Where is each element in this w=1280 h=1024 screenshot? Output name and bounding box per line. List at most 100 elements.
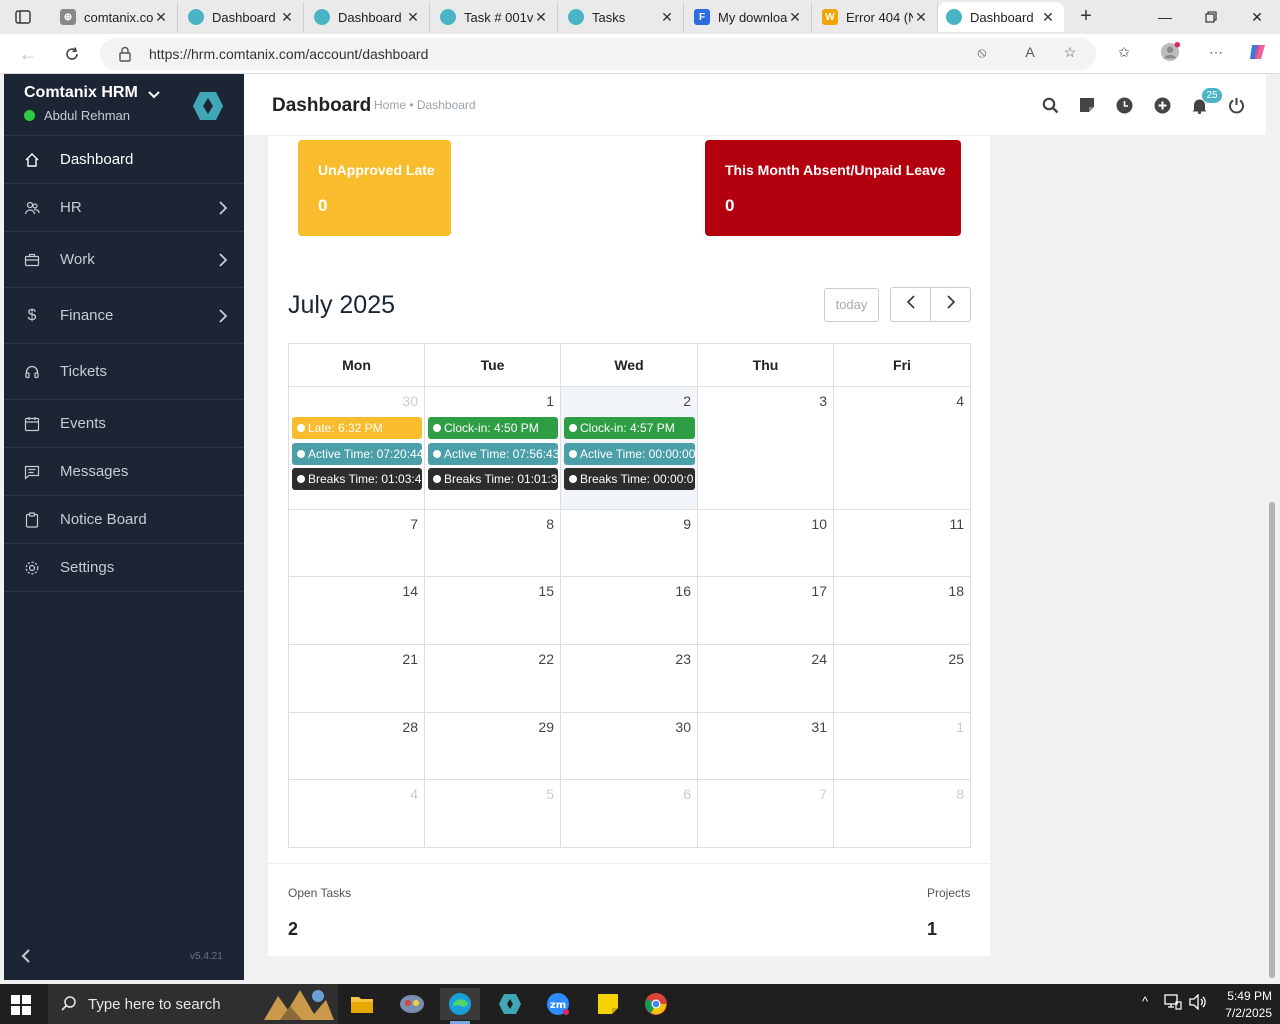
calendar-day-cell[interactable]: 4 [289, 780, 425, 847]
calendar-day-cell[interactable]: 29 [425, 713, 561, 780]
page-scrollbar[interactable] [1266, 74, 1280, 980]
system-clock[interactable]: 5:49 PM 7/2/2025 [1200, 988, 1272, 1022]
close-tab-icon[interactable]: ✕ [533, 9, 549, 26]
close-tab-icon[interactable]: ✕ [787, 9, 803, 26]
calendar-day-cell[interactable]: 5 [425, 780, 561, 847]
close-tab-icon[interactable]: ✕ [659, 9, 675, 26]
breadcrumb[interactable]: Home • Dashboard [374, 98, 476, 112]
brand-header[interactable]: Comtanix HRM Abdul Rehman [4, 74, 244, 136]
calendar-day-cell[interactable]: 10 [698, 510, 834, 577]
prev-month-button[interactable] [890, 287, 931, 322]
next-month-button[interactable] [930, 287, 971, 322]
minimize-icon[interactable]: — [1142, 0, 1188, 34]
tracking-prevention-icon[interactable]: ⦸ [972, 42, 992, 62]
read-aloud-icon[interactable]: A [1020, 42, 1040, 62]
browser-tab[interactable]: Tasks ✕ [560, 2, 684, 32]
calendar-day-cell[interactable]: 17 [698, 577, 834, 645]
refresh-icon[interactable] [58, 42, 86, 66]
active-time-event[interactable]: Active Time: 00:00:00 [564, 443, 695, 465]
favorites-icon[interactable]: ✩ [1114, 42, 1134, 62]
chrome-icon[interactable] [636, 988, 676, 1020]
lock-icon[interactable] [118, 46, 132, 62]
zoom-icon[interactable]: zm [538, 988, 578, 1020]
search-icon[interactable] [1040, 95, 1060, 115]
copilot-icon[interactable] [1248, 42, 1268, 62]
sticky-note-icon[interactable] [1077, 95, 1097, 115]
calendar-day-cell[interactable]: 23 [561, 645, 698, 713]
close-tab-icon[interactable]: ✕ [153, 9, 169, 26]
back-icon[interactable]: ← [14, 42, 42, 66]
close-window-icon[interactable]: ✕ [1234, 0, 1280, 34]
today-button[interactable]: today [824, 288, 879, 322]
close-tab-icon[interactable]: ✕ [405, 9, 421, 26]
calendar-day-cell[interactable]: 1 [834, 713, 970, 780]
windows-start-icon[interactable] [10, 994, 32, 1016]
browser-tab[interactable]: W Error 404 (N ✕ [814, 2, 938, 32]
browser-tab[interactable]: ⊕ comtanix.co ✕ [52, 2, 178, 32]
network-icon[interactable] [1164, 994, 1182, 1013]
browser-tab[interactable]: Task # 001v ✕ [432, 2, 558, 32]
hrm-app-icon[interactable] [490, 988, 530, 1020]
absent-leave-card[interactable]: This Month Absent/Unpaid Leave 0 [705, 140, 961, 236]
late-event[interactable]: Late: 6:32 PM [292, 417, 422, 439]
calendar-day-cell[interactable]: 31 [698, 713, 834, 780]
close-tab-icon[interactable]: ✕ [279, 9, 295, 26]
calendar-day-cell[interactable]: 9 [561, 510, 698, 577]
file-explorer-icon[interactable] [342, 988, 382, 1020]
calendar-day-cell[interactable]: 21 [289, 645, 425, 713]
calendar-day-cell[interactable]: 30 [561, 713, 698, 780]
calendar-day-cell[interactable]: 11 [834, 510, 970, 577]
calendar-day-cell[interactable]: 30 Late: 6:32 PM Active Time: 07:20:44 B… [289, 387, 425, 510]
calendar-day-cell[interactable]: 8 [425, 510, 561, 577]
close-tab-icon[interactable]: ✕ [1040, 9, 1056, 26]
sidebar-item-dashboard[interactable]: Dashboard [4, 136, 244, 184]
calendar-day-cell[interactable]: 24 [698, 645, 834, 713]
sidebar-item-settings[interactable]: Settings [4, 544, 244, 592]
tab-actions-icon[interactable] [10, 6, 36, 28]
sidebar-item-hr[interactable]: HR [4, 184, 244, 232]
calendar-day-cell[interactable]: 14 [289, 577, 425, 645]
active-time-event[interactable]: Active Time: 07:56:43 [428, 443, 558, 465]
calendar-day-cell[interactable]: 7 [289, 510, 425, 577]
edge-browser-icon[interactable] [440, 988, 480, 1024]
calendar-day-cell[interactable]: 15 [425, 577, 561, 645]
clock-icon[interactable] [1114, 95, 1134, 115]
calendar-day-cell[interactable]: 28 [289, 713, 425, 780]
calendar-day-cell[interactable]: 16 [561, 577, 698, 645]
favorite-star-icon[interactable]: ☆ [1060, 42, 1080, 62]
calendar-day-cell[interactable]: 22 [425, 645, 561, 713]
new-tab-icon[interactable]: + [1074, 6, 1098, 28]
browser-tab-active[interactable]: Dashboard ✕ [938, 2, 1064, 32]
chevron-down-icon[interactable] [148, 86, 160, 104]
sidebar-item-tickets[interactable]: Tickets [4, 344, 244, 400]
breaks-time-event[interactable]: Breaks Time: 01:03:4 [292, 468, 422, 490]
breaks-time-event[interactable]: Breaks Time: 01:01:3 [428, 468, 558, 490]
calendar-day-cell-today[interactable]: 2 Clock-in: 4:57 PM Active Time: 00:00:0… [561, 387, 698, 510]
calendar-day-cell[interactable]: 3 [698, 387, 834, 510]
sticky-notes-icon[interactable] [588, 988, 628, 1020]
company-name[interactable]: Comtanix HRM [24, 84, 138, 102]
calendar-day-cell[interactable]: 1 Clock-in: 4:50 PM Active Time: 07:56:4… [425, 387, 561, 510]
clock-in-event[interactable]: Clock-in: 4:57 PM [564, 417, 695, 439]
more-options-icon[interactable]: ⋯ [1206, 42, 1226, 62]
scrollbar-thumb[interactable] [1269, 502, 1275, 978]
clock-in-event[interactable]: Clock-in: 4:50 PM [428, 417, 558, 439]
calendar-day-cell[interactable]: 8 [834, 780, 970, 847]
projects-count[interactable]: 1 [927, 919, 937, 940]
calendar-day-cell[interactable]: 18 [834, 577, 970, 645]
sidebar-item-notice-board[interactable]: Notice Board [4, 496, 244, 544]
unapproved-late-card[interactable]: UnApproved Late 0 [298, 140, 451, 236]
profile-avatar-icon[interactable] [1160, 42, 1180, 62]
add-circle-icon[interactable] [1152, 95, 1172, 115]
active-time-event[interactable]: Active Time: 07:20:44 [292, 443, 422, 465]
close-tab-icon[interactable]: ✕ [913, 9, 929, 26]
power-icon[interactable] [1226, 95, 1246, 115]
sidebar-item-messages[interactable]: Messages [4, 448, 244, 496]
calendar-day-cell[interactable]: 7 [698, 780, 834, 847]
calendar-day-cell[interactable]: 4 [834, 387, 970, 510]
browser-tab[interactable]: Dashboard ✕ [306, 2, 430, 32]
browser-tab[interactable]: Dashboard ✕ [180, 2, 304, 32]
sidebar-item-finance[interactable]: $ Finance [4, 288, 244, 344]
taskbar-search-field[interactable]: Type here to search [48, 984, 338, 1024]
calendar-day-cell[interactable]: 25 [834, 645, 970, 713]
